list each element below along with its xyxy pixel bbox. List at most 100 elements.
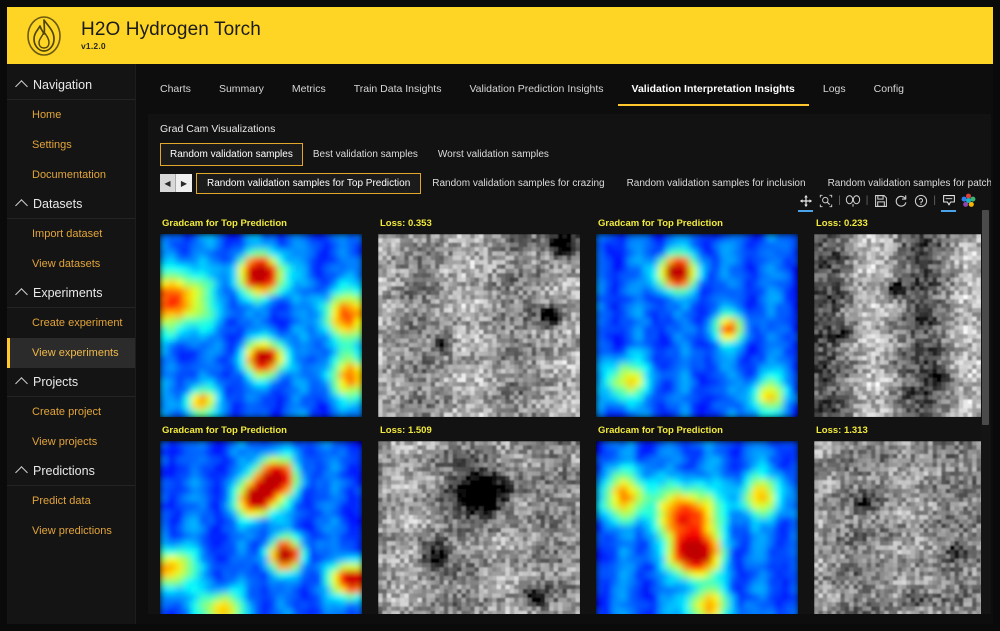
app-header: H2O Hydrogen Torch v1.2.0: [7, 7, 993, 64]
sidebar-group-experiments[interactable]: Experiments: [7, 279, 135, 308]
gradcam-label: Gradcam for Top Prediction: [596, 210, 804, 234]
original-sample-image[interactable]: [814, 234, 983, 417]
label-tab-3[interactable]: Random validation samples for patches: [817, 173, 991, 194]
gradcam-heatmap-image[interactable]: [596, 234, 798, 417]
grid-cell: Gradcam for Top Prediction: [596, 417, 804, 614]
sidebar-group-predictions[interactable]: Predictions: [7, 457, 135, 486]
grid-cell: Gradcam for Top Prediction: [160, 417, 368, 614]
hover-tooltip-icon[interactable]: [940, 192, 957, 209]
download-plot-icon[interactable]: [872, 192, 889, 209]
sidebar-item-label: View predictions: [32, 525, 112, 537]
sidebar-item-label: Create experiment: [32, 317, 123, 329]
original-sample-image[interactable]: [378, 234, 580, 417]
help-icon[interactable]: [912, 192, 929, 209]
grid-cell: Loss: 1.509: [378, 417, 586, 614]
tab-metrics[interactable]: Metrics: [278, 83, 340, 106]
sidebar-group-label: Predictions: [33, 464, 95, 478]
chevron-up-icon: [15, 80, 28, 93]
plotly-logo-icon[interactable]: [960, 192, 977, 209]
chevron-up-icon: [15, 199, 28, 212]
label-tab-0[interactable]: Random validation samples for Top Predic…: [196, 173, 421, 194]
sample-tab-2[interactable]: Worst validation samples: [428, 143, 559, 166]
sidebar-item-label: Create project: [32, 406, 101, 418]
modebar-separator: |: [865, 195, 870, 206]
gradcam-heatmap-image[interactable]: [596, 441, 798, 614]
sidebar-item-import-dataset[interactable]: Import dataset: [7, 219, 135, 249]
modebar-separator: |: [932, 195, 937, 206]
sidebar-item-label: Home: [32, 109, 61, 121]
gradcam-heatmap-image[interactable]: [160, 234, 362, 417]
visualization-grid: Gradcam for Top PredictionLoss: 0.353Gra…: [148, 210, 983, 614]
label-tab-1[interactable]: Random validation samples for crazing: [421, 173, 615, 194]
tab-validation-interpretation-insights[interactable]: Validation Interpretation Insights: [618, 83, 809, 106]
sidebar-group-datasets[interactable]: Datasets: [7, 190, 135, 219]
sidebar-group-label: Projects: [33, 375, 78, 389]
visualization-grid-scroll[interactable]: Gradcam for Top PredictionLoss: 0.353Gra…: [148, 210, 983, 614]
tab-summary[interactable]: Summary: [205, 83, 278, 106]
sample-tab-0[interactable]: Random validation samples: [160, 143, 303, 166]
sidebar-item-home[interactable]: Home: [7, 100, 135, 130]
sidebar-item-label: Settings: [32, 139, 72, 151]
tab-validation-prediction-insights[interactable]: Validation Prediction Insights: [455, 83, 617, 106]
sidebar-item-view-datasets[interactable]: View datasets: [7, 249, 135, 279]
chevron-right-icon[interactable]: ▶: [176, 174, 192, 192]
sidebar-item-view-projects[interactable]: View projects: [7, 427, 135, 457]
gradcam-heatmap-image[interactable]: [160, 441, 362, 614]
chevron-up-icon: [15, 288, 28, 301]
sidebar-group-label: Datasets: [33, 197, 82, 211]
sidebar: Navigation Home Settings Documentation Datas…: [7, 64, 136, 624]
scrollbar-thumb[interactable]: [982, 210, 989, 425]
sidebar-item-create-project[interactable]: Create project: [7, 397, 135, 427]
grid-cell: Loss: 0.353: [378, 210, 586, 417]
tab-bar: ChartsSummaryMetricsTrain Data InsightsV…: [136, 64, 993, 106]
label-tab-2[interactable]: Random validation samples for inclusion: [616, 173, 817, 194]
sidebar-group-projects[interactable]: Projects: [7, 368, 135, 397]
modebar-separator: |: [837, 195, 842, 206]
pan-icon[interactable]: [797, 192, 814, 209]
zoom-select-icon[interactable]: [817, 192, 834, 209]
sidebar-item-label: View projects: [32, 436, 97, 448]
app-version: v1.2.0: [81, 42, 261, 51]
section-title: Grad Cam Visualizations: [148, 114, 991, 142]
sidebar-item-settings[interactable]: Settings: [7, 130, 135, 160]
sidebar-item-documentation[interactable]: Documentation: [7, 160, 135, 190]
chevron-up-icon: [15, 466, 28, 479]
sample-tab-group: Random validation samplesBest validation…: [148, 142, 991, 166]
gradcam-label: Gradcam for Top Prediction: [596, 417, 804, 441]
sidebar-item-create-experiment[interactable]: Create experiment: [7, 308, 135, 338]
plot-modebar: | |: [797, 192, 977, 209]
chevron-left-icon[interactable]: ◀: [160, 174, 176, 192]
tab-charts[interactable]: Charts: [154, 83, 205, 106]
gradcam-label: Gradcam for Top Prediction: [160, 417, 368, 441]
sidebar-item-label: Predict data: [32, 495, 91, 507]
loss-label: Loss: 0.233: [814, 210, 983, 234]
tab-logs[interactable]: Logs: [809, 83, 860, 106]
sample-tab-1[interactable]: Best validation samples: [303, 143, 428, 166]
reset-axes-icon[interactable]: [892, 192, 909, 209]
loss-label: Loss: 1.313: [814, 417, 983, 441]
chevron-up-icon: [15, 377, 28, 390]
insights-panel: Grad Cam Visualizations Random validatio…: [148, 114, 991, 614]
grid-cell: Loss: 1.313: [814, 417, 983, 614]
label-tab-group: ◀ ▶ Random validation samples for Top Pr…: [148, 172, 991, 194]
vertical-scrollbar[interactable]: [981, 210, 990, 614]
original-sample-image[interactable]: [378, 441, 580, 614]
sidebar-group-navigation[interactable]: Navigation: [7, 71, 135, 100]
flame-icon: [21, 13, 67, 59]
tab-train-data-insights[interactable]: Train Data Insights: [340, 83, 456, 106]
tab-scroll-arrows: ◀ ▶: [160, 174, 192, 192]
sidebar-item-label: Import dataset: [32, 228, 102, 240]
grid-cell: Gradcam for Top Prediction: [160, 210, 368, 417]
original-sample-image[interactable]: [814, 441, 983, 614]
sidebar-group-label: Experiments: [33, 286, 102, 300]
sidebar-item-view-predictions[interactable]: View predictions: [7, 516, 135, 546]
app-title: H2O Hydrogen Torch: [81, 20, 261, 39]
grid-cell: Loss: 0.233: [814, 210, 983, 417]
sidebar-item-label: Documentation: [32, 169, 106, 181]
grid-cell: Gradcam for Top Prediction: [596, 210, 804, 417]
tab-config[interactable]: Config: [860, 83, 918, 106]
lasso-select-icon[interactable]: [845, 192, 862, 209]
sidebar-item-predict-data[interactable]: Predict data: [7, 486, 135, 516]
sidebar-item-view-experiments[interactable]: View experiments: [7, 338, 135, 368]
main-content: ChartsSummaryMetricsTrain Data InsightsV…: [136, 64, 993, 624]
